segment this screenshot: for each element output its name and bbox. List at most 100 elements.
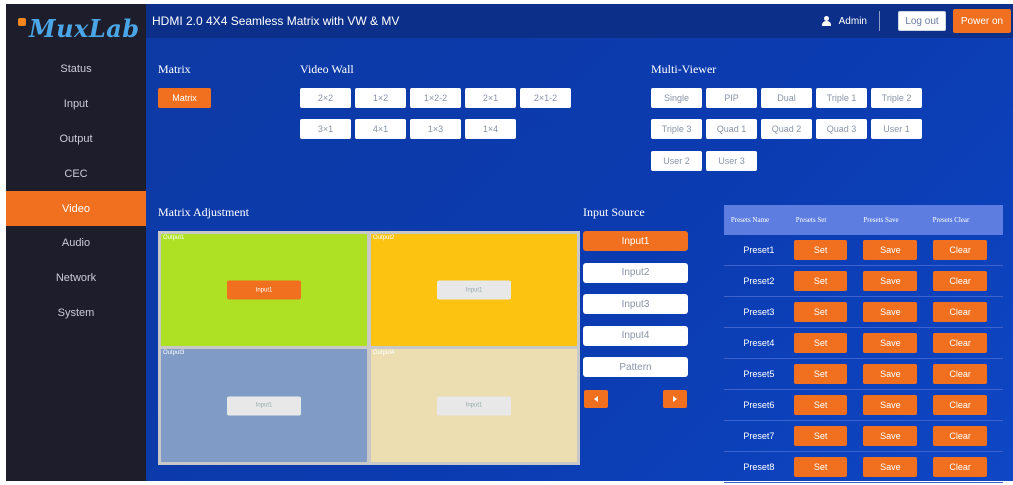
preset-save-button[interactable]: Save [863, 302, 918, 322]
multi-viewer-button[interactable]: Triple 3 [651, 119, 702, 139]
user-name: Admin [838, 15, 867, 27]
output1-cell[interactable]: Output1 Input1 [161, 234, 367, 346]
preset-save-button[interactable]: Save [863, 395, 918, 415]
preset-set-button[interactable]: Set [793, 240, 848, 260]
output2-cell[interactable]: Output2 Input1 [371, 234, 577, 346]
multi-viewer-button[interactable]: User 1 [871, 119, 922, 139]
header-bar: HDMI 2.0 4X4 Seamless Matrix with VW & M… [146, 4, 1013, 38]
sidebar-item-system[interactable]: System [6, 296, 146, 331]
input-source-input4[interactable]: Input4 [583, 325, 688, 346]
user-info: Admin [821, 15, 867, 27]
preset-save-button[interactable]: Save [863, 364, 918, 384]
preset-clear-button[interactable]: Clear [933, 457, 987, 477]
multi-viewer-button[interactable]: Triple 2 [871, 88, 922, 108]
output4-cell[interactable]: Output4 Input1 [371, 349, 577, 462]
preset-clear-button[interactable]: Clear [933, 333, 987, 353]
multi-viewer-button[interactable]: User 3 [706, 151, 757, 171]
prev-arrow-button[interactable] [584, 390, 608, 408]
output3-cell[interactable]: Output3 Input1 [161, 349, 367, 462]
video-wall-button[interactable]: 3×1 [300, 119, 351, 139]
arrow-left-icon [594, 396, 598, 402]
preset-set-button[interactable]: Set [793, 426, 848, 446]
preset-name: Preset7 [743, 431, 775, 441]
preset-save-button[interactable]: Save [863, 333, 918, 353]
preset-clear-button[interactable]: Clear [933, 395, 987, 415]
video-wall-button[interactable]: 4×1 [355, 119, 406, 139]
sidebar-item-video[interactable]: Video [6, 191, 146, 226]
video-wall-button[interactable]: 1×2-2 [410, 88, 461, 108]
preset-save-button[interactable]: Save [863, 271, 918, 291]
output1-input-button[interactable]: Input1 [227, 280, 301, 300]
output4-label: Output4 [373, 350, 395, 356]
preset-save-button[interactable]: Save [863, 426, 918, 446]
preset-set-button[interactable]: Set [793, 395, 848, 415]
preset-name: Preset2 [743, 276, 775, 286]
preset-set-button[interactable]: Set [793, 364, 848, 384]
preset-clear-button[interactable]: Clear [933, 271, 987, 291]
preset-row: Preset2 Set Save Clear [724, 266, 1003, 297]
preset-row: Preset1 Set Save Clear [724, 235, 1003, 266]
preset-set-button[interactable]: Set [793, 271, 848, 291]
main-content: Matrix Matrix Video Wall 2×2 1×2 1×2-2 2×1 2… [146, 38, 1013, 483]
power-on-button[interactable]: Power on [953, 9, 1011, 33]
matrix-mode-button[interactable]: Matrix [158, 88, 211, 108]
input-source-input2[interactable]: Input2 [583, 262, 688, 283]
preset-name: Preset5 [743, 369, 775, 379]
sidebar-item-output[interactable]: Output [6, 122, 146, 157]
sidebar-item-input[interactable]: Input [6, 87, 146, 122]
output3-input-button[interactable]: Input1 [227, 396, 301, 415]
sidebar-nav: Status Input Output CEC Video Audio Network Sys… [6, 52, 146, 330]
output2-input-button[interactable]: Input1 [437, 280, 511, 300]
output1-label: Output1 [163, 235, 185, 241]
preset-clear-button[interactable]: Clear [933, 302, 987, 322]
preset-set-button[interactable]: Set [793, 333, 848, 353]
output3-label: Output3 [163, 350, 185, 356]
page-title: HDMI 2.0 4X4 Seamless Matrix with VW & M… [152, 14, 400, 28]
matrix-adjustment-grid: Output1 Input1 Output2 Input1 Output3 In… [158, 231, 580, 465]
video-wall-button[interactable]: 1×2 [355, 88, 406, 108]
multi-viewer-button[interactable]: Quad 3 [816, 119, 867, 139]
sidebar: MuxLab Status Input Output CEC Video Audio Net… [6, 4, 146, 481]
logo: MuxLab [6, 4, 146, 52]
input-source-pattern[interactable]: Pattern [583, 357, 688, 377]
multi-viewer-button[interactable]: Triple 1 [816, 88, 867, 108]
header-divider [879, 11, 880, 31]
output4-input-button[interactable]: Input1 [437, 396, 511, 415]
sidebar-item-network[interactable]: Network [6, 261, 146, 296]
user-icon [821, 16, 831, 26]
multi-viewer-button[interactable]: Dual [761, 88, 812, 108]
video-wall-button[interactable]: 2×1-2 [520, 88, 571, 108]
multi-viewer-button[interactable]: User 2 [651, 151, 702, 171]
video-wall-button[interactable]: 1×4 [465, 119, 516, 139]
preset-set-button[interactable]: Set [793, 302, 848, 322]
multi-viewer-button[interactable]: PIP [706, 88, 757, 108]
multi-viewer-button[interactable]: Single [651, 88, 702, 108]
preset-name: Preset1 [743, 245, 775, 255]
preset-row: Preset3 Set Save Clear [724, 297, 1003, 328]
arrow-right-icon [673, 396, 677, 402]
multi-viewer-button[interactable]: Quad 1 [706, 119, 757, 139]
preset-save-button[interactable]: Save [863, 457, 918, 477]
matrix-title: Matrix [158, 62, 191, 76]
video-wall-button[interactable]: 2×1 [465, 88, 516, 108]
sidebar-item-status[interactable]: Status [6, 52, 146, 87]
preset-set-button[interactable]: Set [793, 457, 848, 477]
input-source-input3[interactable]: Input3 [583, 294, 688, 314]
preset-clear-button[interactable]: Clear [933, 426, 987, 446]
preset-clear-button[interactable]: Clear [933, 240, 987, 260]
preset-save-button[interactable]: Save [863, 240, 918, 260]
preset-clear-button[interactable]: Clear [933, 364, 987, 384]
matrix-adjustment-title: Matrix Adjustment [158, 205, 249, 219]
preset-row: Preset6 Set Save Clear [724, 390, 1003, 421]
sidebar-item-cec[interactable]: CEC [6, 156, 146, 191]
video-wall-button[interactable]: 2×2 [300, 88, 351, 108]
logout-button[interactable]: Log out [898, 11, 946, 31]
video-wall-button[interactable]: 1×3 [410, 119, 461, 139]
input-source-input1[interactable]: Input1 [583, 231, 688, 251]
next-arrow-button[interactable] [663, 390, 687, 408]
multi-viewer-button[interactable]: Quad 2 [761, 119, 812, 139]
presets-name-header: Presets Name [730, 216, 770, 224]
preset-row: Preset7 Set Save Clear [724, 421, 1003, 452]
preset-name: Preset6 [743, 400, 775, 410]
sidebar-item-audio[interactable]: Audio [6, 226, 146, 261]
